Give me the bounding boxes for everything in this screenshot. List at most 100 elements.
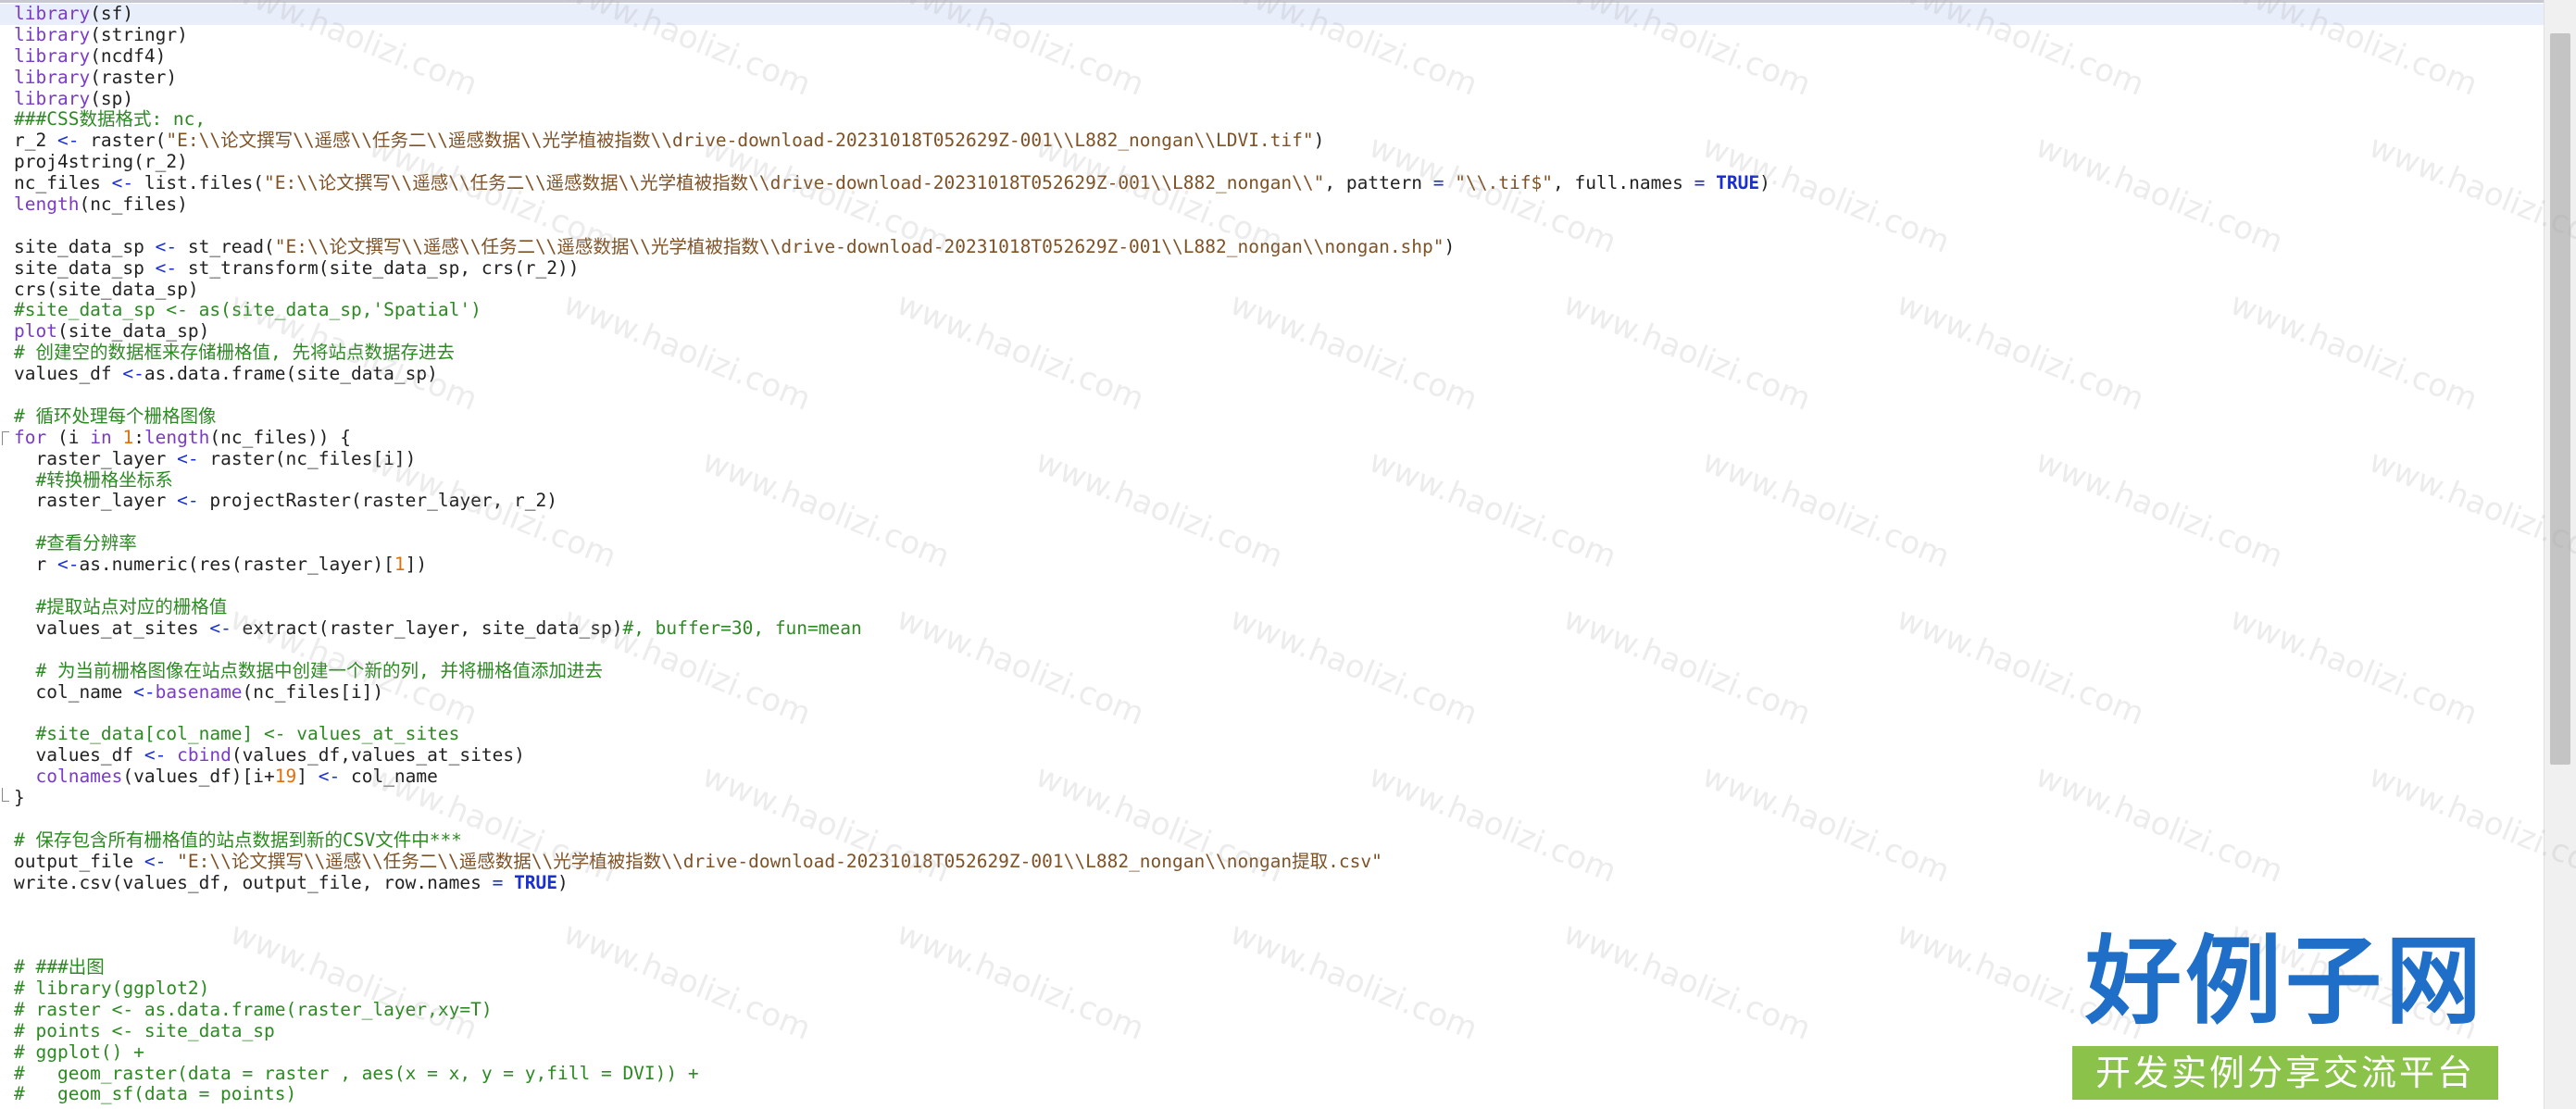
code-token: #, buffer=30, fun=mean [622, 617, 862, 639]
code-token: raster( [79, 130, 167, 152]
blank-line[interactable] [0, 216, 2545, 237]
code-token: (site_data_sp) [56, 320, 210, 343]
code-line[interactable]: } [0, 787, 2545, 809]
code-token: TRUE [1716, 172, 1760, 194]
code-line[interactable]: # 循环处理每个栅格图像 [0, 405, 2545, 428]
code-line[interactable]: output_file <- "E:\\论文撰写\\遥感\\任务二\\遥感数据\… [0, 850, 2545, 873]
code-token: "\\.tif$" [1455, 172, 1553, 194]
code-line[interactable]: #site_data_sp <- as(site_data_sp,'Spatia… [0, 300, 2545, 321]
code-token: # 创建空的数据框来存储栅格值, 先将站点数据存进去 [14, 342, 455, 364]
blank-line[interactable] [0, 703, 2545, 724]
code-token: = [1432, 172, 1444, 194]
code-token: <- [144, 744, 167, 766]
code-line[interactable]: values_at_sites <- extract(raster_layer,… [0, 617, 2545, 640]
code-line[interactable]: ###CSS数据格式: nc, [0, 109, 2545, 131]
code-line[interactable]: # 创建空的数据框来存储栅格值, 先将站点数据存进去 [0, 342, 2545, 364]
code-line[interactable]: library(raster) [0, 67, 2545, 89]
code-token: #查看分辨率 [14, 532, 137, 554]
code-token: ) [1759, 172, 1770, 194]
fold-toggle-icon[interactable] [2, 430, 9, 445]
code-line[interactable]: proj4string(r_2) [0, 151, 2545, 173]
code-line[interactable]: crs(site_data_sp) [0, 278, 2545, 301]
code-line[interactable]: r <-as.numeric(res(raster_layer)[1]) [0, 554, 2545, 576]
code-token: <- [56, 130, 80, 152]
code-line[interactable]: site_data_sp <- st_transform(site_data_s… [0, 256, 2545, 280]
code-token: (values_df,values_at_sites) [231, 744, 525, 766]
code-token: # geom_raster(data = raster , aes(x = x,… [14, 1062, 699, 1084]
code-token: (stringr) [90, 23, 188, 45]
code-token: cbind [177, 744, 231, 766]
blank-line[interactable] [0, 893, 2545, 915]
code-token: as.data.frame(site_data_sp) [144, 363, 438, 385]
code-token: output_file [14, 850, 144, 872]
blank-line[interactable] [0, 640, 2545, 661]
code-token: length [14, 193, 80, 216]
code-line[interactable]: nc_files <- list.files("E:\\论文撰写\\遥感\\任务… [0, 172, 2545, 194]
code-line[interactable]: col_name <-basename(nc_files[i]) [0, 680, 2545, 704]
code-line[interactable]: #转换栅格坐标系 [0, 468, 2545, 492]
code-token: (values_df)[i+ [122, 766, 275, 788]
code-token: <- [56, 554, 80, 576]
code-line[interactable]: #site_data[col_name] <- values_at_sites [0, 723, 2545, 745]
code-line[interactable]: library(ncdf4) [0, 44, 2545, 68]
code-line[interactable]: for (i in 1:length(nc_files)) { [0, 426, 2545, 449]
code-token: : [133, 426, 144, 448]
blank-line[interactable] [0, 576, 2545, 597]
code-line[interactable]: r_2 <- raster("E:\\论文撰写\\遥感\\任务二\\遥感数据\\… [0, 130, 2545, 152]
code-token: <- [318, 766, 341, 788]
scrollbar-thumb[interactable] [2550, 33, 2570, 765]
code-token: col_name [14, 680, 134, 703]
code-token: library [14, 3, 91, 24]
code-token: library [14, 44, 91, 67]
code-token: colnames [35, 766, 123, 788]
code-line[interactable]: # 保存包含所有栅格值的站点数据到新的CSV文件中*** [0, 829, 2545, 852]
code-token: <- [209, 617, 231, 639]
code-line[interactable]: raster_layer <- projectRaster(raster_lay… [0, 491, 2545, 512]
code-token: extract(raster_layer, site_data_sp) [231, 617, 623, 639]
code-line[interactable]: raster_layer <- raster(nc_files[i]) [0, 447, 2545, 470]
code-token: proj4string(r_2) [14, 151, 188, 173]
code-token: ) [1444, 235, 1456, 257]
code-token: values_at_sites [14, 617, 210, 639]
blank-line[interactable] [0, 512, 2545, 533]
code-token: <- [177, 447, 199, 469]
code-token: # raster <- as.data.frame(raster_layer,x… [14, 998, 493, 1020]
code-line[interactable]: plot(site_data_sp) [0, 320, 2545, 343]
code-line[interactable]: colnames(values_df)[i+19] <- col_name [0, 766, 2545, 788]
code-token: crs(site_data_sp) [14, 278, 199, 300]
code-line[interactable]: library(sf) [0, 3, 2545, 25]
code-line[interactable]: values_df <-as.data.frame(site_data_sp) [0, 363, 2545, 385]
blank-line[interactable] [0, 385, 2545, 406]
code-line[interactable]: # 为当前栅格图像在站点数据中创建一个新的列, 并将栅格值添加进去 [0, 660, 2545, 682]
code-token: ]) [405, 554, 428, 576]
blank-line[interactable] [0, 809, 2545, 830]
code-token: <- [155, 235, 178, 257]
code-token: <- [155, 256, 178, 279]
code-token: library [14, 87, 91, 109]
code-token: #转换栅格坐标系 [14, 468, 173, 491]
code-token: basename [155, 680, 243, 703]
code-token: (sf) [90, 3, 134, 24]
code-token: <- [111, 172, 134, 194]
code-token: (sp) [90, 87, 134, 109]
code-token: # library(ggplot2) [14, 977, 210, 999]
code-token: r [14, 554, 57, 576]
code-token: (i [46, 426, 91, 448]
code-token: 19 [274, 766, 297, 788]
code-line[interactable]: values_df <- cbind(values_df,values_at_s… [0, 744, 2545, 766]
code-line[interactable]: library(sp) [0, 87, 2545, 110]
code-token: <- [144, 850, 167, 872]
vertical-scrollbar[interactable] [2544, 0, 2576, 1109]
brand-subtitle: 开发实例分享交流平台 [2072, 1046, 2498, 1100]
code-line[interactable]: library(stringr) [0, 23, 2545, 46]
code-line[interactable]: length(nc_files) [0, 193, 2545, 216]
code-line[interactable]: site_data_sp <- st_read("E:\\论文撰写\\遥感\\任… [0, 235, 2545, 258]
code-token: , full.names [1552, 172, 1694, 194]
code-token: , pattern [1324, 172, 1433, 194]
code-line[interactable]: #查看分辨率 [0, 532, 2545, 554]
code-line[interactable]: write.csv(values_df, output_file, row.na… [0, 872, 2545, 894]
code-token: # points <- site_data_sp [14, 1019, 275, 1041]
code-line[interactable]: #提取站点对应的栅格值 [0, 596, 2545, 618]
